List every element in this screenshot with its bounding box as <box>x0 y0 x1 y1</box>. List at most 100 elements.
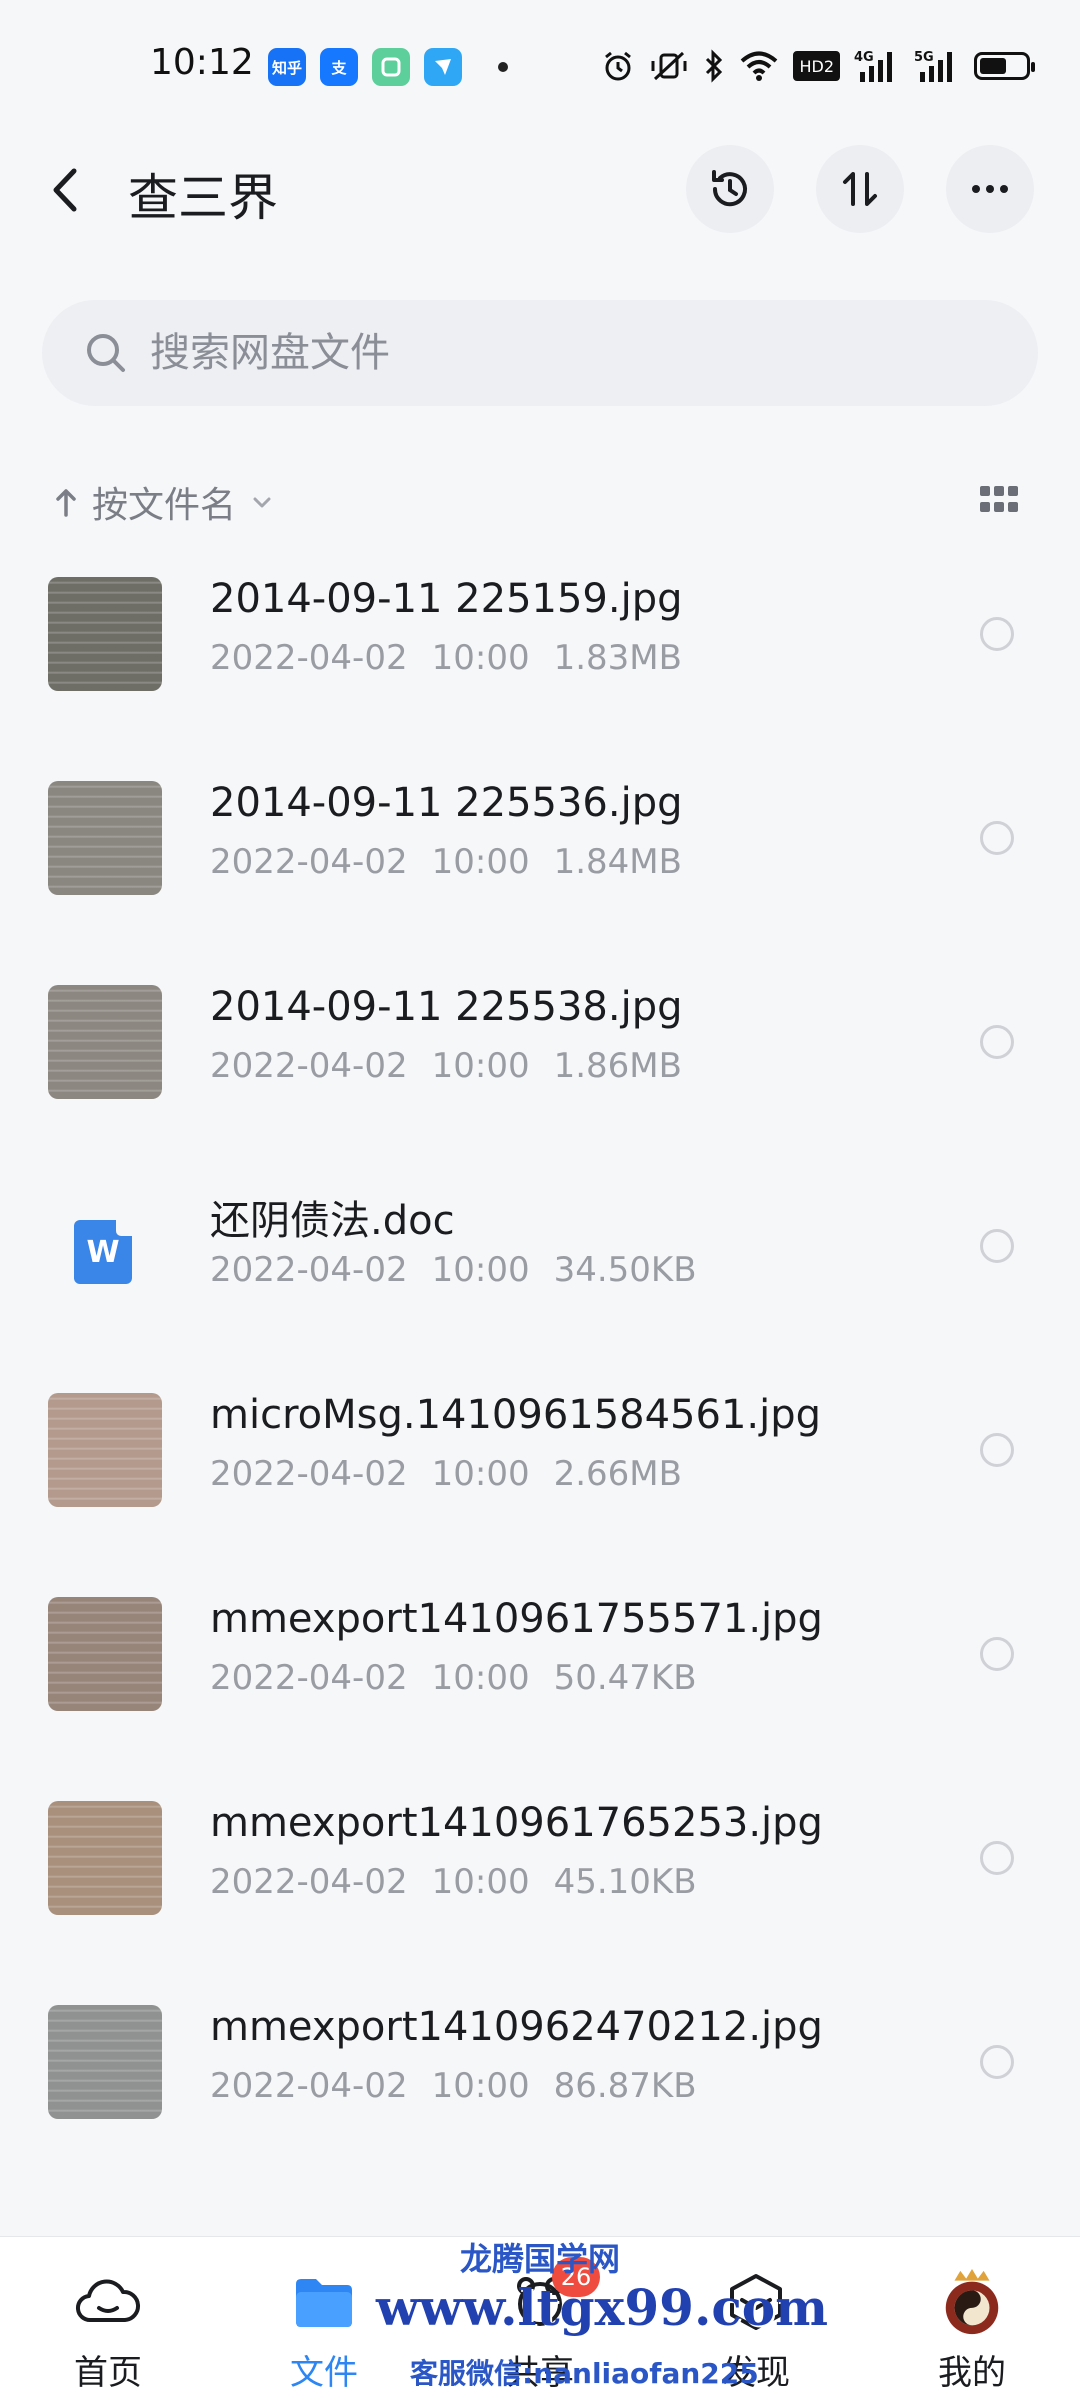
file-name: 2014-09-11 225159.jpg <box>210 576 683 622</box>
arrow-up-icon <box>56 489 76 517</box>
nav-me[interactable]: 我的 <box>882 2237 1062 2400</box>
folder-icon <box>289 2267 359 2337</box>
more-notifications-dot <box>498 62 508 72</box>
sort-by-name-button[interactable]: 按文件名 <box>54 476 274 528</box>
file-list: 2014-09-11 225159.jpg 2022-04-02 10:00 1.8… <box>0 530 1080 2162</box>
mute-vibrate-icon <box>649 46 689 86</box>
search-input[interactable] <box>150 330 950 376</box>
file-name: mmexport1410961765253.jpg <box>210 1800 823 1846</box>
discover-cube-icon <box>721 2267 791 2337</box>
image-thumbnail <box>48 1801 162 1915</box>
grid-view-icon[interactable] <box>980 486 1018 514</box>
file-time: 10:00 <box>431 1454 530 1494</box>
file-meta: 2022-04-02 10:00 86.87KB <box>210 2066 721 2106</box>
dingtalk-icon <box>424 48 462 86</box>
nav-share[interactable]: 26 共享 <box>450 2237 630 2400</box>
file-meta: 2022-04-02 10:00 45.10KB <box>210 1862 721 1902</box>
alarm-icon <box>601 46 635 86</box>
sort-toggle-button[interactable] <box>816 145 904 233</box>
file-row[interactable]: 2014-09-11 225159.jpg 2022-04-02 10:00 1.8… <box>0 530 1080 734</box>
app-header: 查三界 <box>0 130 1080 250</box>
file-size: 1.84MB <box>553 842 682 882</box>
image-thumbnail <box>48 2005 162 2119</box>
file-date: 2022-04-02 <box>210 1250 408 1290</box>
file-meta: 2022-04-02 10:00 34.50KB <box>210 1250 721 1290</box>
file-size: 2.66MB <box>553 1454 682 1494</box>
file-name: 2014-09-11 225538.jpg <box>210 984 683 1030</box>
nav-files[interactable]: 文件 <box>234 2237 414 2400</box>
nav-label: 共享 <box>506 2353 574 2393</box>
avatar <box>937 2267 1007 2337</box>
file-name: microMsg.1410961584561.jpg <box>210 1392 822 1438</box>
select-radio[interactable] <box>980 1637 1014 1671</box>
bottom-nav: 首页 文件 26 共享 发现 我的 <box>0 2236 1080 2400</box>
file-row[interactable]: 2014-09-11 225536.jpg 2022-04-02 10:00 1.8… <box>0 734 1080 938</box>
chevron-left-icon <box>53 168 77 212</box>
zhihu-icon: 知乎 <box>268 48 306 86</box>
file-row[interactable]: W 还阴债法.doc 2022-04-02 10:00 34.50KB <box>0 1142 1080 1346</box>
alipay-icon: 支 <box>320 48 358 86</box>
file-time: 10:00 <box>431 638 530 678</box>
nav-home[interactable]: 首页 <box>18 2237 198 2400</box>
battery-icon <box>974 46 1035 86</box>
system-icons: HD2 4G 5G <box>601 46 1035 86</box>
file-row[interactable]: mmexport1410961755571.jpg 2022-04-02 10:0… <box>0 1550 1080 1754</box>
file-meta: 2022-04-02 10:00 1.86MB <box>210 1046 706 1086</box>
select-radio[interactable] <box>980 1433 1014 1467</box>
page-title: 查三界 <box>128 169 278 227</box>
image-thumbnail <box>48 781 162 895</box>
file-time: 10:00 <box>431 2066 530 2106</box>
image-thumbnail <box>48 1393 162 1507</box>
file-row[interactable]: 2014-09-11 225538.jpg 2022-04-02 10:00 1.8… <box>0 938 1080 1142</box>
select-radio[interactable] <box>980 1841 1014 1875</box>
file-row[interactable]: microMsg.1410961584561.jpg 2022-04-02 10:… <box>0 1346 1080 1550</box>
svg-text:4G: 4G <box>854 50 874 65</box>
file-meta: 2022-04-02 10:00 1.84MB <box>210 842 706 882</box>
file-name: 还阴债法.doc <box>210 1198 455 1244</box>
signal-4g-icon: 4G <box>854 46 900 86</box>
wifi-icon <box>739 46 779 86</box>
file-size: 50.47KB <box>553 1658 697 1698</box>
nav-label: 发现 <box>722 2353 790 2393</box>
history-clock-icon <box>712 170 747 207</box>
sort-bar: 按文件名 <box>54 468 1034 528</box>
select-radio[interactable] <box>980 1229 1014 1263</box>
file-name: mmexport1410961755571.jpg <box>210 1596 823 1642</box>
file-time: 10:00 <box>431 1862 530 1902</box>
chevron-down-icon <box>253 497 271 508</box>
nav-label: 首页 <box>74 2353 142 2393</box>
more-button[interactable] <box>946 145 1034 233</box>
search-icon <box>87 334 125 372</box>
status-bar: 10:12 知乎 支 HD2 4G 5G <box>0 0 1080 130</box>
image-thumbnail <box>48 577 162 691</box>
file-date: 2022-04-02 <box>210 842 408 882</box>
sort-label: 按文件名 <box>92 485 237 526</box>
nav-discover[interactable]: 发现 <box>666 2237 846 2400</box>
file-size: 45.10KB <box>553 1862 697 1902</box>
signal-5g-icon: 5G <box>914 46 960 86</box>
word-doc-icon: W <box>74 1220 132 1284</box>
file-meta: 2022-04-02 10:00 1.83MB <box>210 638 706 678</box>
file-date: 2022-04-02 <box>210 2066 408 2106</box>
select-radio[interactable] <box>980 821 1014 855</box>
file-size: 1.83MB <box>553 638 682 678</box>
sort-arrows-icon <box>843 172 877 206</box>
file-time: 10:00 <box>431 1046 530 1086</box>
file-name: 2014-09-11 225536.jpg <box>210 780 683 826</box>
select-radio[interactable] <box>980 2045 1014 2079</box>
notification-app-icons: 知乎 支 <box>268 48 508 86</box>
back-button[interactable] <box>48 160 98 220</box>
select-radio[interactable] <box>980 617 1014 651</box>
share-badge: 26 <box>552 2257 600 2297</box>
file-size: 34.50KB <box>553 1250 697 1290</box>
file-row[interactable]: mmexport1410961765253.jpg 2022-04-02 10:0… <box>0 1754 1080 1958</box>
search-bar[interactable] <box>42 300 1038 406</box>
history-button[interactable] <box>686 145 774 233</box>
select-radio[interactable] <box>980 1025 1014 1059</box>
nav-label: 我的 <box>938 2353 1006 2393</box>
file-name: mmexport1410962470212.jpg <box>210 2004 823 2050</box>
image-thumbnail <box>48 1597 162 1711</box>
file-date: 2022-04-02 <box>210 1046 408 1086</box>
file-row[interactable]: mmexport1410962470212.jpg 2022-04-02 10:0… <box>0 1958 1080 2162</box>
file-meta: 2022-04-02 10:00 2.66MB <box>210 1454 706 1494</box>
